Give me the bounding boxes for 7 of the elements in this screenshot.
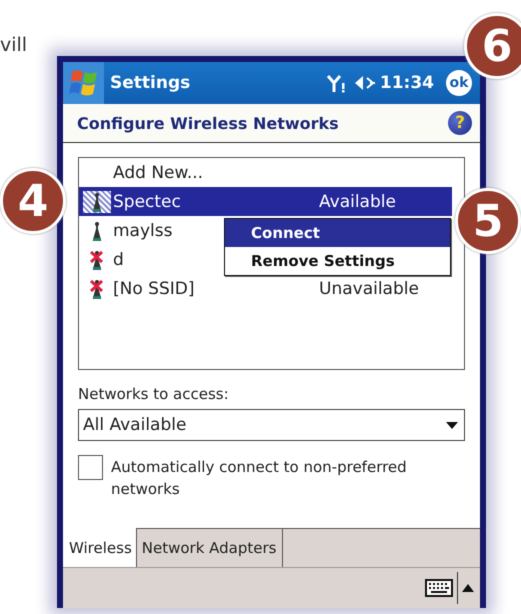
callout-badge: 6: [464, 13, 521, 79]
screen-title: Configure Wireless Networks: [77, 114, 340, 132]
window-title: Settings: [110, 73, 192, 93]
checkbox-label: Automatically connect to non-preferred networks: [111, 457, 408, 500]
callout-badge: 4: [0, 168, 66, 234]
callout-badge: 5: [455, 188, 521, 254]
field-label: Networks to access:: [78, 385, 230, 405]
